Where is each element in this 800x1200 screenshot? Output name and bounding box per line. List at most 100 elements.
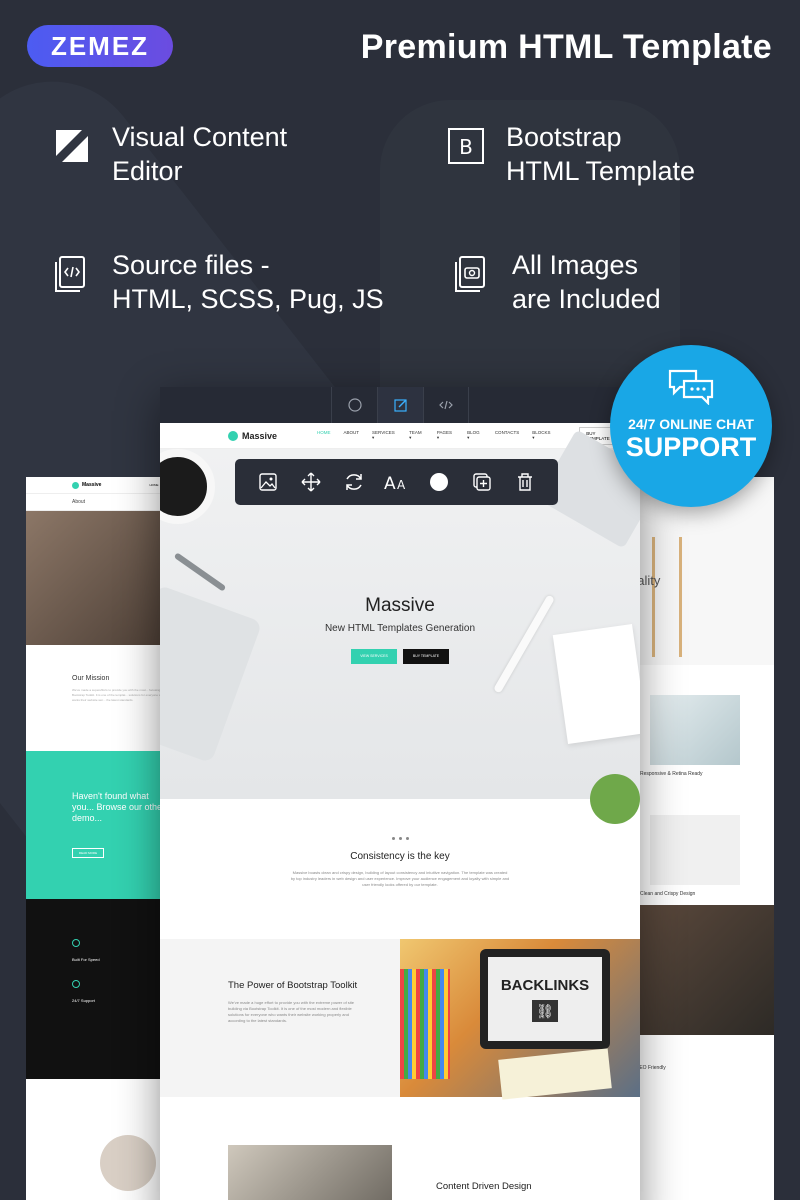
site-logo[interactable]: Massive bbox=[228, 430, 278, 441]
features-section: Built For Speed 24/7 Support bbox=[26, 899, 166, 1079]
code-icon bbox=[439, 400, 453, 410]
svg-text:A: A bbox=[397, 478, 406, 492]
content-section: Content Driven Design bbox=[160, 1097, 640, 1200]
mission-title: Our Mission bbox=[72, 675, 110, 682]
mission-section: Our Mission We've made a superefforts to… bbox=[26, 645, 166, 751]
font-size-icon: A A bbox=[384, 474, 406, 492]
source-files-icon bbox=[55, 256, 85, 292]
compass-icon bbox=[347, 398, 362, 412]
notebook-image bbox=[552, 623, 640, 745]
image-icon bbox=[259, 473, 278, 491]
chat-icon bbox=[668, 369, 714, 406]
bootstrap-icon: B bbox=[448, 128, 484, 164]
images-icon bbox=[455, 256, 485, 292]
service-title: Clean and Crispy Design bbox=[640, 891, 696, 897]
delete-button[interactable] bbox=[510, 467, 540, 497]
duplicate-button[interactable] bbox=[467, 467, 497, 497]
headset-icon bbox=[72, 980, 80, 988]
section-text: Massive boasts clean and crispy design, … bbox=[290, 870, 510, 887]
svg-text:B: B bbox=[459, 135, 473, 159]
hero-buttons: VIEW SERVICES BUY TEMPLATE bbox=[160, 649, 640, 664]
color-dot-icon bbox=[430, 473, 449, 491]
nav-item-pages[interactable]: PAGES ▾ bbox=[437, 430, 454, 441]
link-icon: ⛓ bbox=[532, 999, 558, 1022]
service-image bbox=[650, 815, 740, 885]
left-page-preview: Massive HOME About Our Mission We've mad… bbox=[26, 477, 166, 1200]
plant-image bbox=[590, 774, 640, 824]
preview-nav: Massive HOME bbox=[26, 477, 166, 493]
nav-item-blog[interactable]: BLOG ▾ bbox=[467, 430, 482, 441]
service-title: Responsive & Retina Ready bbox=[640, 771, 703, 777]
nav-home: HOME bbox=[149, 483, 159, 487]
support-badge: 24/7 ONLINE CHAT SUPPORT bbox=[610, 345, 772, 507]
avatar bbox=[100, 1135, 156, 1191]
service-item: Responsive & Retina Ready bbox=[630, 665, 774, 785]
visual-editor-icon bbox=[56, 130, 88, 162]
color-button[interactable] bbox=[424, 467, 454, 497]
edit-icon bbox=[393, 399, 407, 412]
laptop-screen: BACKLINKS ⛓ bbox=[488, 957, 602, 1041]
content-image bbox=[228, 1145, 392, 1200]
duplicate-icon bbox=[473, 473, 491, 491]
slider-dot[interactable] bbox=[405, 837, 409, 840]
section-title: Consistency is the key bbox=[350, 851, 450, 862]
cta-section: Haven't found what you... Browse our oth… bbox=[26, 751, 166, 899]
nav-item-home[interactable]: HOME bbox=[317, 430, 331, 441]
cta-title: Haven't found what you... Browse our oth… bbox=[72, 791, 166, 823]
feature-bootstrap: B Bootstrap HTML Template bbox=[446, 120, 695, 188]
support-label: 24/7 ONLINE CHAT bbox=[628, 416, 754, 432]
buy-template-button[interactable]: BUY TEMPLATE bbox=[403, 649, 449, 664]
font-size-button[interactable]: A A bbox=[381, 467, 411, 497]
site-name: Massive bbox=[82, 482, 102, 488]
zemez-logo[interactable]: ZEMEZ bbox=[27, 25, 173, 67]
compass-mode-button[interactable] bbox=[331, 387, 377, 423]
testimonial-section bbox=[26, 1079, 166, 1200]
svg-text:A: A bbox=[384, 474, 396, 492]
feature-line: Visual Content bbox=[112, 122, 288, 152]
page-headline: Premium HTML Template bbox=[360, 28, 772, 66]
code-mode-button[interactable] bbox=[423, 387, 469, 423]
service-image bbox=[650, 695, 740, 765]
feature-line: are Included bbox=[512, 284, 661, 314]
section-title: Content Driven Design bbox=[436, 1181, 532, 1192]
read-more-button: READ MORE bbox=[72, 848, 104, 858]
notepad-image bbox=[498, 1048, 612, 1100]
mission-text: We've made a superefforts to provide you… bbox=[72, 688, 166, 702]
pencils-image bbox=[400, 969, 450, 1079]
nav-items: HOME ABOUT SERVICES ▾ TEAM ▾ PAGES ▾ BLO… bbox=[317, 430, 565, 441]
view-services-button[interactable]: VIEW SERVICES bbox=[351, 649, 397, 664]
nav-item-blocks[interactable]: BLOCKS ▾ bbox=[532, 430, 552, 441]
backlinks-image: BACKLINKS ⛓ bbox=[400, 939, 640, 1100]
pen-image bbox=[173, 552, 227, 592]
hero-subtitle: New HTML Templates Generation bbox=[324, 623, 476, 634]
slider-pagination bbox=[160, 837, 640, 840]
site-logo-icon bbox=[72, 481, 79, 489]
move-button[interactable] bbox=[296, 467, 326, 497]
edit-mode-button[interactable] bbox=[377, 387, 423, 423]
easel-image bbox=[652, 537, 682, 657]
feature-visual-editor: Visual Content Editor bbox=[52, 120, 287, 188]
replace-button[interactable] bbox=[339, 467, 369, 497]
bootstrap-section: The Power of Bootstrap Toolkit We've mad… bbox=[160, 939, 640, 1100]
image-button[interactable] bbox=[253, 467, 283, 497]
rocket-icon bbox=[72, 939, 80, 947]
feature-line: Source files - bbox=[112, 250, 270, 280]
feature-speed: Built For Speed bbox=[72, 957, 100, 962]
nav-item-team[interactable]: TEAM ▾ bbox=[409, 430, 424, 441]
element-edit-toolbar: A A bbox=[235, 459, 558, 505]
backlinks-text: BACKLINKS bbox=[500, 976, 590, 994]
slider-dot[interactable] bbox=[398, 837, 402, 840]
breadcrumb: About bbox=[26, 493, 166, 511]
nav-item-about[interactable]: ABOUT bbox=[344, 430, 360, 441]
site-logo-icon bbox=[228, 430, 238, 441]
main-page-preview: Massive HOME ABOUT SERVICES ▾ TEAM ▾ PAG… bbox=[160, 387, 640, 1200]
nav-item-contacts[interactable]: CONTACTS bbox=[495, 430, 519, 441]
about-photo bbox=[26, 511, 166, 645]
feature-line: Editor bbox=[112, 156, 183, 186]
nav-item-services[interactable]: SERVICES ▾ bbox=[372, 430, 396, 441]
slider-dot[interactable] bbox=[391, 837, 395, 840]
dark-photo bbox=[630, 905, 774, 1035]
coffee-cup-image bbox=[160, 449, 215, 524]
site-name: Massive bbox=[242, 430, 278, 441]
section-text: We've made a huge effort to provide you … bbox=[228, 1000, 355, 1023]
